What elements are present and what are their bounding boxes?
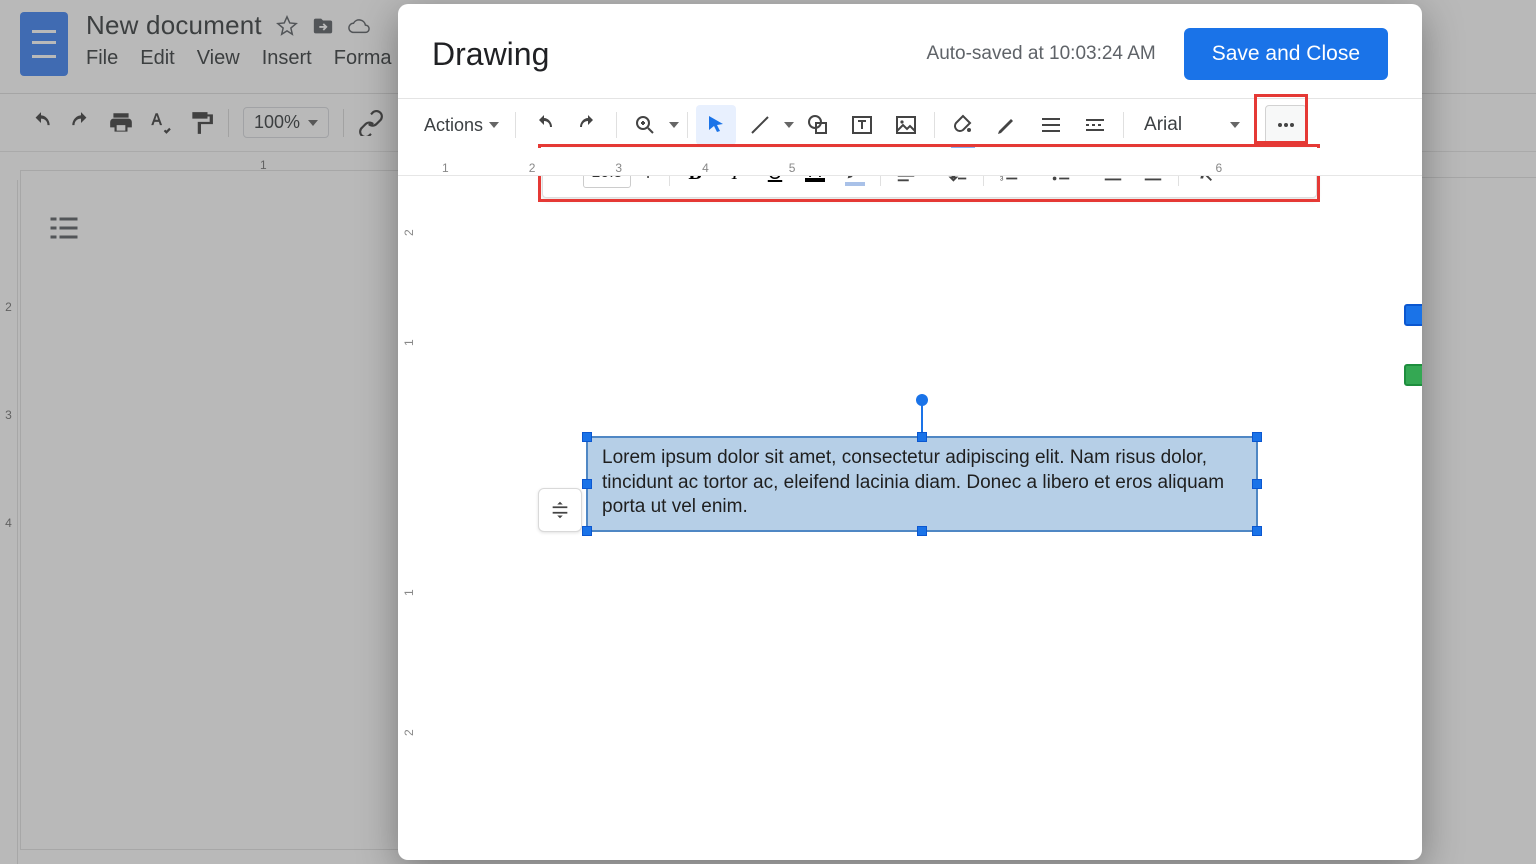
zoom-button[interactable] [625, 105, 665, 145]
redo-button[interactable] [568, 105, 608, 145]
fill-color-button[interactable] [943, 105, 983, 145]
drawing-ruler-h: 123456 [398, 148, 1422, 176]
handle-s[interactable] [917, 526, 927, 536]
drawing-toolbar: Actions Arial [398, 98, 1422, 152]
handle-e[interactable] [1252, 479, 1262, 489]
font-select[interactable]: Arial [1138, 110, 1246, 140]
autosave-status: Auto-saved at 10:03:24 AM [927, 43, 1156, 65]
drawing-area: 123456 2 1 1 2 Lorem ipsum dolor sit ame… [398, 148, 1422, 152]
more-options-button[interactable] [1265, 105, 1307, 145]
side-chip-blue [1404, 304, 1422, 326]
handle-nw[interactable] [582, 432, 592, 442]
rotate-line [921, 404, 923, 434]
zoom-dropdown-icon[interactable] [669, 122, 679, 128]
fit-text-button[interactable] [538, 488, 582, 532]
handle-w[interactable] [582, 479, 592, 489]
side-chip-green [1404, 364, 1422, 386]
drawing-dialog: Drawing Auto-saved at 10:03:24 AM Save a… [398, 4, 1422, 860]
border-weight-button[interactable] [1031, 105, 1071, 145]
text-box-content[interactable]: Lorem ipsum dolor sit amet, consectetur … [602, 447, 1224, 517]
rotate-handle[interactable] [916, 394, 928, 406]
select-tool[interactable] [696, 105, 736, 145]
line-dropdown-icon[interactable] [784, 122, 794, 128]
handle-n[interactable] [917, 432, 927, 442]
dialog-title: Drawing [432, 36, 549, 73]
line-tool[interactable] [740, 105, 780, 145]
text-box-shape[interactable]: Lorem ipsum dolor sit amet, consectetur … [586, 436, 1258, 532]
shape-tool[interactable] [798, 105, 838, 145]
handle-ne[interactable] [1252, 432, 1262, 442]
image-tool[interactable] [886, 105, 926, 145]
textbox-tool[interactable] [842, 105, 882, 145]
save-and-close-button[interactable]: Save and Close [1184, 28, 1388, 80]
undo-button[interactable] [524, 105, 564, 145]
handle-se[interactable] [1252, 526, 1262, 536]
actions-menu[interactable]: Actions [416, 109, 507, 142]
border-dash-button[interactable] [1075, 105, 1115, 145]
handle-sw[interactable] [582, 526, 592, 536]
svg-text:3: 3 [1000, 175, 1004, 182]
border-color-button[interactable] [987, 105, 1027, 145]
